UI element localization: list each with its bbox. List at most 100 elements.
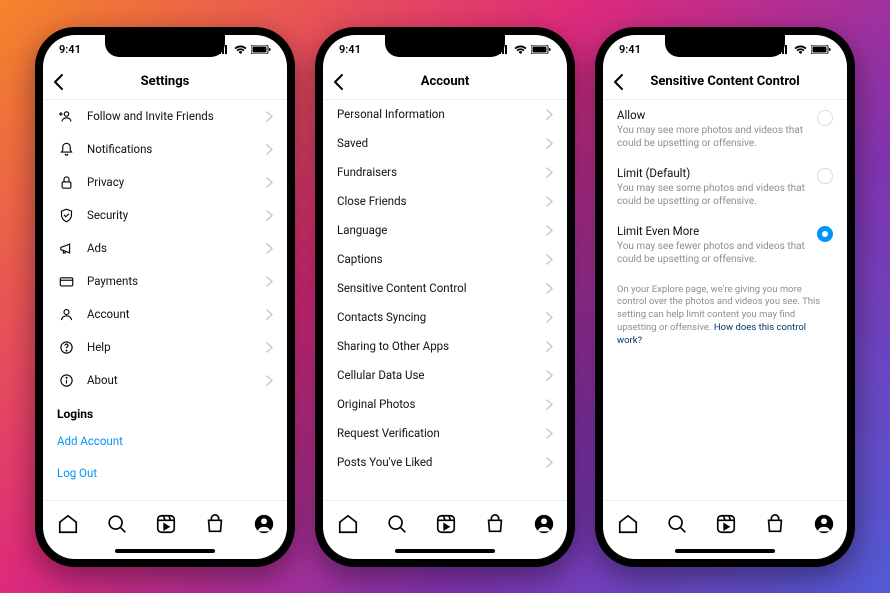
row-label: Personal Information <box>337 107 546 121</box>
settings-row[interactable]: Security <box>43 199 287 232</box>
content-option[interactable]: Limit Even More You may see fewer photos… <box>603 216 847 274</box>
radio-button[interactable] <box>817 110 833 126</box>
tab-search[interactable] <box>386 513 406 533</box>
row-label: Original Photos <box>337 397 546 411</box>
notch <box>385 35 505 57</box>
settings-list[interactable]: Follow and Invite Friends Notifications … <box>43 100 287 500</box>
header: Account <box>323 65 567 100</box>
tab-profile[interactable] <box>533 513 553 533</box>
tab-reels[interactable] <box>155 513 175 533</box>
row-label: Security <box>87 208 266 222</box>
account-row[interactable]: Saved <box>323 129 567 158</box>
settings-row[interactable]: Privacy <box>43 166 287 199</box>
account-row[interactable]: Request Verification <box>323 419 567 448</box>
chevron-right-icon <box>266 243 273 254</box>
chevron-right-icon <box>546 341 553 352</box>
chevron-right-icon <box>266 375 273 386</box>
tab-reels[interactable] <box>715 513 735 533</box>
tab-profile[interactable] <box>813 513 833 533</box>
radio-button[interactable] <box>817 226 833 242</box>
settings-row[interactable]: Follow and Invite Friends <box>43 100 287 133</box>
tab-profile[interactable] <box>253 513 273 533</box>
row-label: Ads <box>87 241 266 255</box>
chevron-right-icon <box>266 111 273 122</box>
help-icon <box>57 340 75 355</box>
settings-row[interactable]: Notifications <box>43 133 287 166</box>
phone-account: 9:41 Account Personal Information Saved … <box>315 27 575 567</box>
chevron-left-icon <box>333 74 343 90</box>
bell-icon <box>57 142 75 157</box>
tab-search[interactable] <box>106 513 126 533</box>
tab-bar <box>603 500 847 545</box>
row-label: Cellular Data Use <box>337 368 546 382</box>
chevron-right-icon <box>546 254 553 265</box>
account-row[interactable]: Close Friends <box>323 187 567 216</box>
tab-shop[interactable] <box>204 513 224 533</box>
tab-home[interactable] <box>57 513 77 533</box>
canvas: 9:41 Settings Follow and Invite Friends … <box>0 0 890 593</box>
chevron-right-icon <box>546 428 553 439</box>
add-account-link[interactable]: Add Account <box>43 425 287 457</box>
back-button[interactable] <box>53 74 63 90</box>
page-title: Settings <box>141 74 190 89</box>
wifi-icon <box>234 45 247 54</box>
account-row[interactable]: Fundraisers <box>323 158 567 187</box>
account-row[interactable]: Original Photos <box>323 390 567 419</box>
log-out-link[interactable]: Log Out <box>43 457 287 489</box>
logins-header: Logins <box>43 397 287 425</box>
option-description: You may see more photos and videos that … <box>617 124 833 150</box>
footnote: On your Explore page, we're giving you m… <box>603 274 847 358</box>
chevron-right-icon <box>266 177 273 188</box>
tab-search[interactable] <box>666 513 686 533</box>
tab-home[interactable] <box>617 513 637 533</box>
user-icon <box>57 307 75 322</box>
tab-bar <box>323 500 567 545</box>
settings-row[interactable]: Account <box>43 298 287 331</box>
account-row[interactable]: Cellular Data Use <box>323 361 567 390</box>
info-icon <box>57 373 75 388</box>
account-row[interactable]: Language <box>323 216 567 245</box>
screen: 9:41 Account Personal Information Saved … <box>323 35 567 559</box>
shield-icon <box>57 208 75 223</box>
row-label: Captions <box>337 252 546 266</box>
settings-row[interactable]: About <box>43 364 287 397</box>
notch <box>105 35 225 57</box>
phone-settings: 9:41 Settings Follow and Invite Friends … <box>35 27 295 567</box>
content-option[interactable]: Allow You may see more photos and videos… <box>603 100 847 158</box>
row-label: Help <box>87 340 266 354</box>
tab-home[interactable] <box>337 513 357 533</box>
chevron-right-icon <box>546 312 553 323</box>
settings-row[interactable]: Ads <box>43 232 287 265</box>
tab-shop[interactable] <box>764 513 784 533</box>
back-button[interactable] <box>613 74 623 90</box>
home-indicator[interactable] <box>43 545 287 559</box>
home-indicator[interactable] <box>323 545 567 559</box>
chevron-right-icon <box>546 457 553 468</box>
home-indicator[interactable] <box>603 545 847 559</box>
chevron-right-icon <box>546 138 553 149</box>
content-option[interactable]: Limit (Default) You may see some photos … <box>603 158 847 216</box>
row-label: Sensitive Content Control <box>337 281 546 295</box>
chevron-right-icon <box>266 309 273 320</box>
tab-reels[interactable] <box>435 513 455 533</box>
card-icon <box>57 274 75 289</box>
row-label: Saved <box>337 136 546 150</box>
phone-sensitive-content: 9:41 Sensitive Content Control Allow You… <box>595 27 855 567</box>
account-row[interactable]: Posts You've Liked <box>323 448 567 477</box>
settings-row[interactable]: Payments <box>43 265 287 298</box>
account-list[interactable]: Personal Information Saved Fundraisers C… <box>323 100 567 500</box>
account-row[interactable]: Contacts Syncing <box>323 303 567 332</box>
account-row[interactable]: Captions <box>323 245 567 274</box>
row-label: Posts You've Liked <box>337 455 546 469</box>
back-button[interactable] <box>333 74 343 90</box>
tab-shop[interactable] <box>484 513 504 533</box>
chevron-right-icon <box>266 276 273 287</box>
radio-button[interactable] <box>817 168 833 184</box>
option-description: You may see fewer photos and videos that… <box>617 240 833 266</box>
account-row[interactable]: Sensitive Content Control <box>323 274 567 303</box>
account-row[interactable]: Sharing to Other Apps <box>323 332 567 361</box>
row-label: Privacy <box>87 175 266 189</box>
settings-row[interactable]: Help <box>43 331 287 364</box>
account-row[interactable]: Personal Information <box>323 100 567 129</box>
chevron-right-icon <box>546 399 553 410</box>
